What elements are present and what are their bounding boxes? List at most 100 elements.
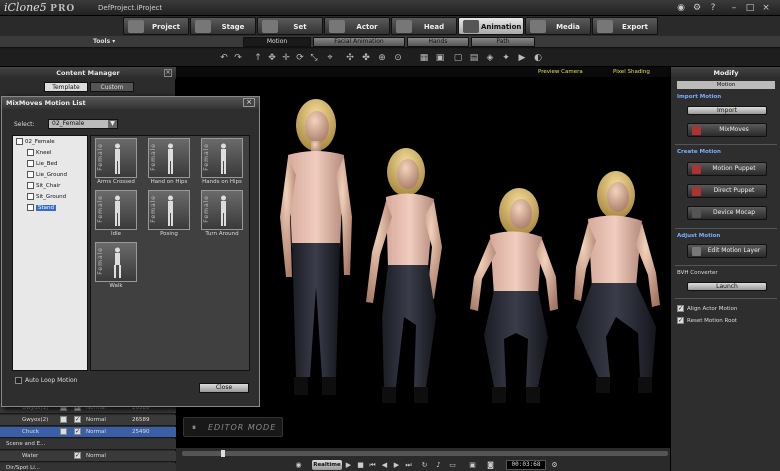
realtime-toggle[interactable]: Realtime — [312, 460, 342, 470]
edit-motion-layer-button[interactable]: Edit Motion Layer — [687, 244, 767, 258]
visible-checkbox[interactable] — [60, 416, 67, 423]
chevron-down-icon[interactable]: ▼ — [108, 120, 117, 128]
monitor-icon[interactable]: ▣ — [468, 460, 477, 470]
tab-actor[interactable]: Actor — [324, 17, 390, 35]
next-frame-icon[interactable]: ▶ — [392, 460, 401, 470]
render-icon[interactable]: ◐ — [532, 52, 544, 64]
light-icon[interactable]: ✦ — [500, 52, 512, 64]
preview-camera-label[interactable]: Preview Camera — [538, 69, 583, 75]
camera-switch-icon[interactable]: ◙ — [486, 460, 495, 470]
camera-orbit-icon[interactable]: ✤ — [360, 52, 372, 64]
tab-media[interactable]: Media — [525, 17, 591, 35]
auto-loop-option[interactable]: Auto Loop Motion — [15, 377, 77, 384]
help-icon[interactable]: ? — [708, 3, 718, 13]
tab-stage[interactable]: Stage — [190, 17, 256, 35]
tree-root[interactable]: 02_Female — [16, 138, 55, 147]
close-button[interactable]: Close — [199, 383, 249, 393]
camera-fov-icon[interactable]: ⊙ — [392, 52, 404, 64]
motion-thumbnail[interactable]: Female — [201, 138, 243, 178]
tab-custom[interactable]: Custom — [90, 82, 134, 92]
prev-frame-icon[interactable]: ◀ — [380, 460, 389, 470]
timeline-scrubber[interactable] — [182, 450, 668, 457]
motion-thumbnail[interactable]: Female — [95, 242, 137, 282]
reset-motion-root-option[interactable]: ✓ Reset Motion Root — [677, 317, 737, 324]
subtab-path[interactable]: Path — [471, 37, 535, 47]
character-standing[interactable] — [280, 99, 352, 395]
dialog-close-icon[interactable]: × — [243, 98, 255, 107]
auto-loop-checkbox[interactable] — [15, 377, 22, 384]
enable-checkbox[interactable]: ✓ — [74, 452, 81, 459]
scene-row-selected[interactable]: Chuck ✓ Normal 25490 — [0, 427, 176, 438]
character-squatting[interactable] — [470, 188, 558, 403]
frame-select-icon[interactable]: ▣ — [434, 52, 446, 64]
undo-icon[interactable]: ↶ — [218, 52, 230, 64]
mixmoves-button[interactable]: MixMoves — [687, 123, 767, 137]
tab-motion[interactable]: Motion — [677, 81, 775, 89]
tab-set[interactable]: Set — [257, 17, 323, 35]
visible-checkbox[interactable] — [60, 428, 67, 435]
launch-button[interactable]: Launch — [687, 282, 767, 291]
pick-parent-icon[interactable]: ↑ — [252, 52, 264, 64]
move-icon[interactable]: ✥ — [266, 52, 278, 64]
import-button[interactable]: Import — [687, 106, 767, 115]
subtab-motion[interactable]: Motion — [243, 37, 311, 47]
rotate-icon[interactable]: ⟳ — [294, 52, 306, 64]
device-mocap-button[interactable]: Device Mocap — [687, 206, 767, 220]
motion-thumbnail[interactable]: Female — [148, 138, 190, 178]
tree-item[interactable]: Lie_Ground — [27, 171, 67, 180]
align-actor-motion-checkbox[interactable]: ✓ — [677, 305, 684, 312]
category-select[interactable]: 02_Female ▼ — [48, 119, 118, 129]
tree-item[interactable]: Sit_Ground — [27, 193, 66, 202]
tools-menu[interactable]: Tools ▾ — [93, 38, 115, 45]
panel-close-icon[interactable]: × — [164, 69, 172, 77]
scene-row[interactable]: Water ✓ Normal — [0, 451, 176, 462]
tab-template[interactable]: Template — [44, 82, 88, 92]
editor-mode-indicator[interactable]: ⏸ EDITOR MODE — [183, 417, 283, 437]
wireframe-icon[interactable]: ◈ — [484, 52, 496, 64]
view-quad-icon[interactable]: ▤ — [468, 52, 480, 64]
motion-thumbnail[interactable]: Female — [95, 138, 137, 178]
motion-thumbnail[interactable]: Female — [148, 190, 190, 230]
motion-thumbnail[interactable]: Female — [95, 190, 137, 230]
scene-group-row[interactable]: Dir/Spot Li... — [0, 463, 176, 471]
record-icon[interactable]: ◉ — [294, 460, 303, 470]
motion-thumbnail[interactable]: Female — [201, 190, 243, 230]
tree-item[interactable]: Lie_Bed — [27, 160, 57, 169]
close-window-icon[interactable]: × — [761, 3, 771, 13]
character-crouching[interactable] — [366, 148, 442, 403]
minimize-icon[interactable]: – — [729, 3, 739, 13]
grid-icon[interactable]: ▦ — [418, 52, 430, 64]
tree-item[interactable]: Sit_Chair — [27, 182, 60, 191]
align-actor-motion-option[interactable]: ✓ Align Actor Motion — [677, 305, 737, 312]
tab-head[interactable]: Head — [391, 17, 457, 35]
character-kneeling[interactable] — [574, 171, 660, 393]
stop-icon[interactable]: ■ — [356, 460, 365, 470]
tree-item-selected[interactable]: Stand — [27, 204, 56, 213]
enable-checkbox[interactable]: ✓ — [74, 428, 81, 435]
frame-counter[interactable]: 00:03:68 — [506, 460, 546, 470]
redo-icon[interactable]: ↷ — [232, 52, 244, 64]
scene-group-row[interactable]: Scene and E... — [0, 439, 176, 450]
last-frame-icon[interactable]: ⏭ — [404, 460, 413, 470]
direct-puppet-button[interactable]: Direct Puppet — [687, 184, 767, 198]
maximize-icon[interactable]: □ — [745, 3, 755, 13]
subtab-facial-animation[interactable]: Facial Animation — [313, 37, 405, 47]
tab-animation[interactable]: Animation — [458, 17, 524, 35]
reset-motion-root-checkbox[interactable]: ✓ — [677, 317, 684, 324]
play-icon[interactable]: ▶ — [344, 460, 353, 470]
motion-puppet-button[interactable]: Motion Puppet — [687, 162, 767, 176]
tab-export[interactable]: Export — [592, 17, 658, 35]
pixel-shading-label[interactable]: Pixel Shading — [613, 69, 650, 75]
timeline-icon[interactable]: ▭ — [448, 460, 457, 470]
local-axis-icon[interactable]: ⌖ — [324, 52, 336, 64]
scrubber-thumb[interactable] — [220, 450, 225, 457]
speaker-icon[interactable]: ♪ — [434, 460, 443, 470]
move-plus-icon[interactable]: ✛ — [280, 52, 292, 64]
scene-row[interactable]: Gwyox(2) ✓ Normal 26589 — [0, 415, 176, 426]
camera-zoom-icon[interactable]: ⊕ — [376, 52, 388, 64]
settings-icon[interactable]: ⚙ — [550, 460, 559, 470]
subtab-hands[interactable]: Hands — [407, 37, 469, 47]
tree-item[interactable]: Kneel — [27, 149, 51, 158]
settings-gear-icon[interactable]: ⚙ — [692, 3, 702, 13]
first-frame-icon[interactable]: ⏮ — [368, 460, 377, 470]
